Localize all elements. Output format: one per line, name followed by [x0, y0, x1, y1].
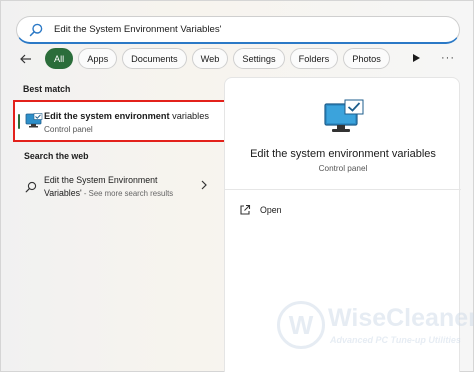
back-arrow-icon[interactable] [19, 52, 33, 66]
filter-photos[interactable]: Photos [343, 48, 390, 69]
more-options-icon[interactable]: ··· [441, 52, 455, 64]
environment-variables-large-icon [324, 99, 364, 132]
chevron-right-icon[interactable] [200, 180, 208, 190]
filter-web[interactable]: Web [191, 48, 229, 69]
open-external-icon [240, 204, 251, 215]
best-match-result[interactable]: Edit the system environment variables Co… [13, 100, 227, 142]
filter-all[interactable]: All [45, 48, 74, 69]
open-action[interactable]: Open [239, 203, 282, 217]
selection-indicator [18, 114, 20, 129]
environment-variables-icon [25, 113, 43, 128]
preview-subtitle: Control panel [318, 164, 368, 173]
search-web-heading: Search the web [24, 151, 89, 161]
start-search-window: Edit the System Environment Variables' A… [0, 0, 474, 372]
search-query-text[interactable]: Edit the System Environment Variables' [54, 24, 222, 35]
search-box[interactable]: Edit the System Environment Variables' [16, 16, 460, 44]
filter-settings[interactable]: Settings [233, 48, 285, 69]
best-match-title: Edit the system environment variables [44, 111, 209, 121]
web-search-icon [25, 181, 37, 193]
search-icon [29, 23, 43, 36]
open-label: Open [260, 205, 282, 215]
filter-folders[interactable]: Folders [289, 48, 339, 69]
filter-documents[interactable]: Documents [122, 48, 187, 69]
web-result-line2: Variables' - See more search results [44, 188, 174, 198]
best-match-heading: Best match [23, 84, 71, 94]
best-match-subtitle: Control panel [44, 125, 93, 134]
watermark-tagline: Advanced PC Tune-up Utilities [330, 335, 461, 345]
filter-bar: All Apps Documents Web Settings Folders … [19, 48, 395, 69]
see-more-text: - See more search results [81, 189, 174, 198]
more-filters-arrow-icon[interactable] [410, 52, 422, 64]
preview-title: Edit the system environment variables [250, 148, 436, 160]
preview-divider [225, 189, 461, 190]
web-search-result[interactable]: Edit the System Environment Variables' -… [25, 175, 215, 198]
watermark-brand: WiseCleaner [328, 304, 474, 332]
filter-apps[interactable]: Apps [78, 48, 118, 69]
web-result-line1: Edit the System Environment [44, 175, 158, 185]
